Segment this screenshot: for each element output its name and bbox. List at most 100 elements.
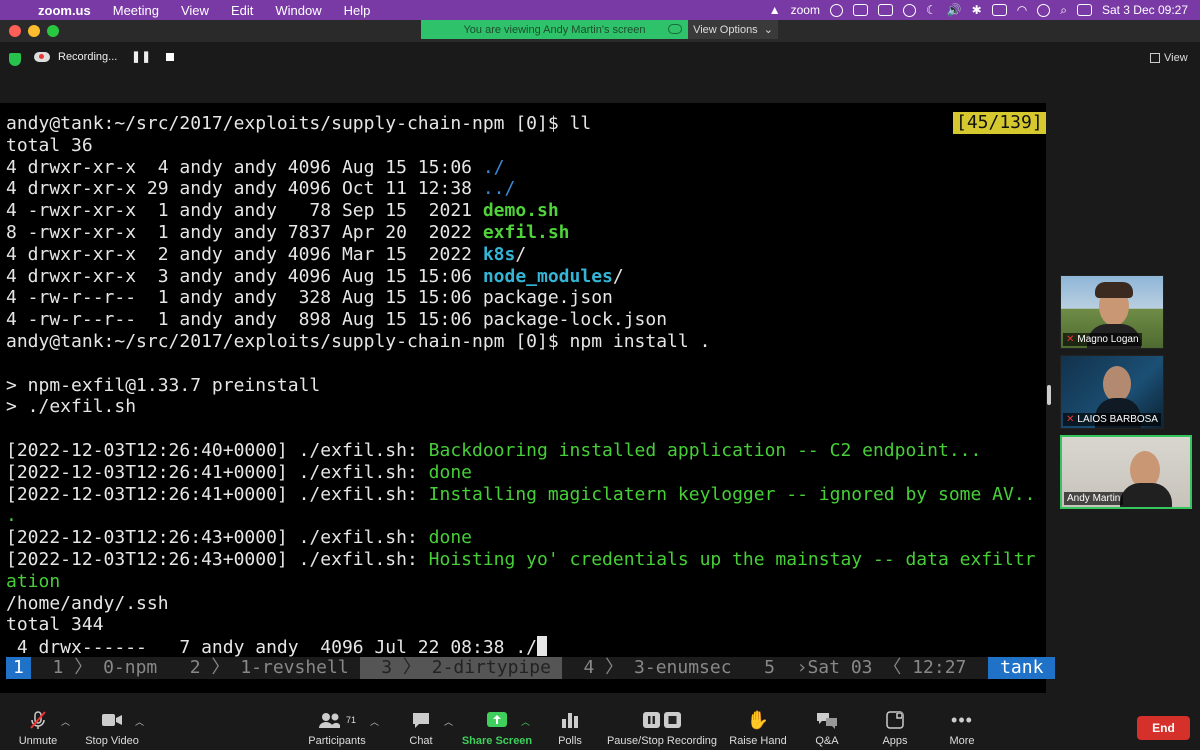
shield-icon[interactable] — [9, 53, 21, 66]
minimize-window-button[interactable] — [28, 25, 40, 37]
polls-icon — [562, 713, 578, 728]
bluetooth-icon[interactable]: ✱ — [972, 3, 982, 17]
zoom-status-label[interactable]: zoom — [791, 3, 820, 17]
terminal-text: ../ — [482, 178, 516, 200]
muted-mic-icon: ✕ — [1066, 334, 1075, 345]
terminal-text: demo.sh — [482, 200, 559, 222]
menu-meeting[interactable]: Meeting — [102, 3, 170, 18]
control-center-icon[interactable] — [1076, 4, 1092, 16]
terminal-text: Backdooring installed application -- C2 … — [428, 439, 982, 461]
qa-icon — [817, 713, 837, 729]
terminal-text: [2022-12-03T12:26:40+0000] ./exfil.sh: — [6, 439, 429, 461]
polls-button[interactable]: Polls — [525, 705, 615, 747]
participant-name: ✕ LAIOS BARBOSA — [1063, 413, 1161, 426]
terminal-text: exfil.sh — [482, 221, 570, 243]
grid-icon — [1150, 53, 1160, 63]
terminal-text: ation — [6, 570, 61, 592]
view-options-label: View Options — [693, 23, 758, 36]
menu-window[interactable]: Window — [264, 3, 332, 18]
muted-mic-icon — [30, 711, 46, 729]
vlc-icon[interactable]: ▲ — [769, 3, 781, 17]
moon-icon[interactable]: ☾ — [926, 3, 937, 17]
terminal-line: /home/andy/.ssh — [6, 593, 1046, 615]
chat-icon — [413, 713, 429, 728]
tmux-window-3[interactable]: 3 〉 2-dirtypipe — [359, 657, 562, 679]
participant-tile-active-speaker[interactable]: Andy Martin — [1060, 435, 1192, 509]
end-meeting-button[interactable]: End — [1137, 716, 1190, 740]
tmux-separator — [966, 657, 988, 679]
battery-icon[interactable] — [991, 4, 1007, 16]
terminal-text: / — [612, 265, 624, 287]
terminal-line: 4 -rw-r--r-- 1 andy andy 328 Aug 15 15:0… — [6, 287, 1046, 309]
view-button[interactable]: View — [1150, 52, 1188, 64]
terminal-line: [2022-12-03T12:26:40+0000] ./exfil.sh: B… — [6, 440, 1046, 462]
participant-strip: ✕ Magno Logan ✕ LAIOS BARBOSA Andy Martin — [1060, 275, 1194, 515]
terminal-text: done — [428, 461, 472, 483]
participants-button[interactable]: 71 Participants — [292, 705, 382, 747]
tmux-window-5[interactable]: 5 › — [742, 657, 807, 679]
slack-icon[interactable] — [852, 4, 868, 16]
terminal-line: [2022-12-03T12:26:43+0000] ./exfil.sh: H… — [6, 549, 1046, 571]
participant-tile[interactable]: ✕ LAIOS BARBOSA — [1060, 355, 1164, 429]
menu-view[interactable]: View — [170, 3, 220, 18]
menu-help[interactable]: Help — [333, 3, 382, 18]
terminal-line: 4 -rw-r--r-- 1 andy andy 898 Aug 15 15:0… — [6, 309, 1046, 331]
terminal-line: [2022-12-03T12:26:41+0000] ./exfil.sh: d… — [6, 462, 1046, 484]
terminal-text: [2022-12-03T12:26:43+0000] ./exfil.sh: — [6, 527, 429, 549]
cloud-recording-icon — [34, 51, 50, 62]
terminal-line: total 36 — [6, 135, 1046, 157]
tmux-window-1[interactable]: 1 〉 0-npm — [31, 657, 168, 679]
participant-tile[interactable]: ✕ Magno Logan — [1060, 275, 1164, 349]
viewing-text: You are viewing Andy Martin's screen — [463, 23, 646, 36]
display-icon[interactable] — [877, 4, 893, 16]
view-button-label: View — [1164, 52, 1188, 64]
terminal-line: [2022-12-03T12:26:41+0000] ./exfil.sh: I… — [6, 484, 1046, 506]
terminal-text: k8s — [482, 243, 516, 265]
tmux-window-2[interactable]: 2 〉 1-revshell — [168, 657, 359, 679]
video-camera-icon — [102, 714, 122, 726]
participant-name: ✕ Magno Logan — [1063, 333, 1142, 346]
meeting-info-bar — [0, 42, 1200, 102]
terminal-line: total 344 — [6, 614, 1046, 636]
terminal-text: 4 drwxr-xr-x 2 andy andy 4096 Mar 15 202… — [6, 243, 483, 265]
globe-icon[interactable] — [829, 3, 843, 17]
menu-edit[interactable]: Edit — [220, 3, 264, 18]
tmux-current-session: 1 — [6, 657, 31, 679]
terminal-line: 4 drwxr-xr-x 4 andy andy 4096 Aug 15 15:… — [6, 157, 1046, 179]
caret-up-icon[interactable]: ︿ — [135, 715, 144, 728]
terminal-text: Hoisting yo' credentials up the mainstay… — [428, 548, 1036, 570]
terminal-text: 4 drwx------ 7 andy andy 4096 Jul 22 08:… — [6, 637, 538, 659]
zoom-window-button[interactable] — [47, 25, 59, 37]
menubar-datetime[interactable]: Sat 3 Dec 09:27 — [1102, 3, 1188, 17]
stop-recording-icon[interactable] — [165, 52, 174, 61]
mac-menubar: zoom.us Meeting View Edit Window Help ▲ … — [0, 0, 1200, 20]
pause-recording-icon[interactable]: ❚❚ — [131, 50, 151, 63]
pause-stop-recording-button[interactable]: Pause/Stop Recording — [607, 705, 717, 747]
terminal-text: ./ — [482, 156, 505, 178]
search-icon[interactable]: ⌕ — [1060, 3, 1067, 18]
terminal-text: 8 -rwxr-xr-x 1 andy andy 7837 Apr 20 202… — [6, 221, 483, 243]
terminal-text: 4 -rw-r--r-- 1 andy andy 328 Aug 15 15:0… — [6, 287, 613, 309]
terminal-line: 4 drwx------ 7 andy andy 4096 Jul 22 08:… — [6, 636, 1046, 658]
panel-resize-handle[interactable] — [1047, 385, 1051, 405]
muted-mic-icon: ✕ — [1066, 414, 1075, 425]
close-window-button[interactable] — [9, 25, 21, 37]
terminal-text: > ./exfil.sh — [6, 396, 137, 418]
tmux-window-4[interactable]: 4 〉 3-enumsec — [562, 657, 743, 679]
view-options-button[interactable]: View Options ⌄ — [688, 20, 778, 39]
menu-app-name[interactable]: zoom.us — [34, 3, 102, 18]
history-counter: [45/139] — [953, 112, 1046, 134]
volume-icon[interactable]: 🔊 — [947, 3, 962, 17]
terminal-text: 4 drwxr-xr-x 29 andy andy 4096 Oct 11 12… — [6, 178, 483, 200]
more-button[interactable]: ••• More — [917, 705, 1007, 748]
wifi-icon[interactable]: ◠ — [1017, 3, 1027, 17]
chevron-down-icon: ⌄ — [763, 24, 773, 36]
terminal-text: total 36 — [6, 134, 93, 156]
user-icon[interactable] — [1037, 3, 1051, 17]
terminal-cursor — [537, 636, 548, 657]
tmux-status-bar: 1 1 〉 0-npm 2 〉 1-revshell 3 〉 2-dirtypi… — [6, 657, 1056, 679]
recording-label: Recording... — [58, 50, 118, 63]
play-icon[interactable] — [902, 3, 916, 17]
